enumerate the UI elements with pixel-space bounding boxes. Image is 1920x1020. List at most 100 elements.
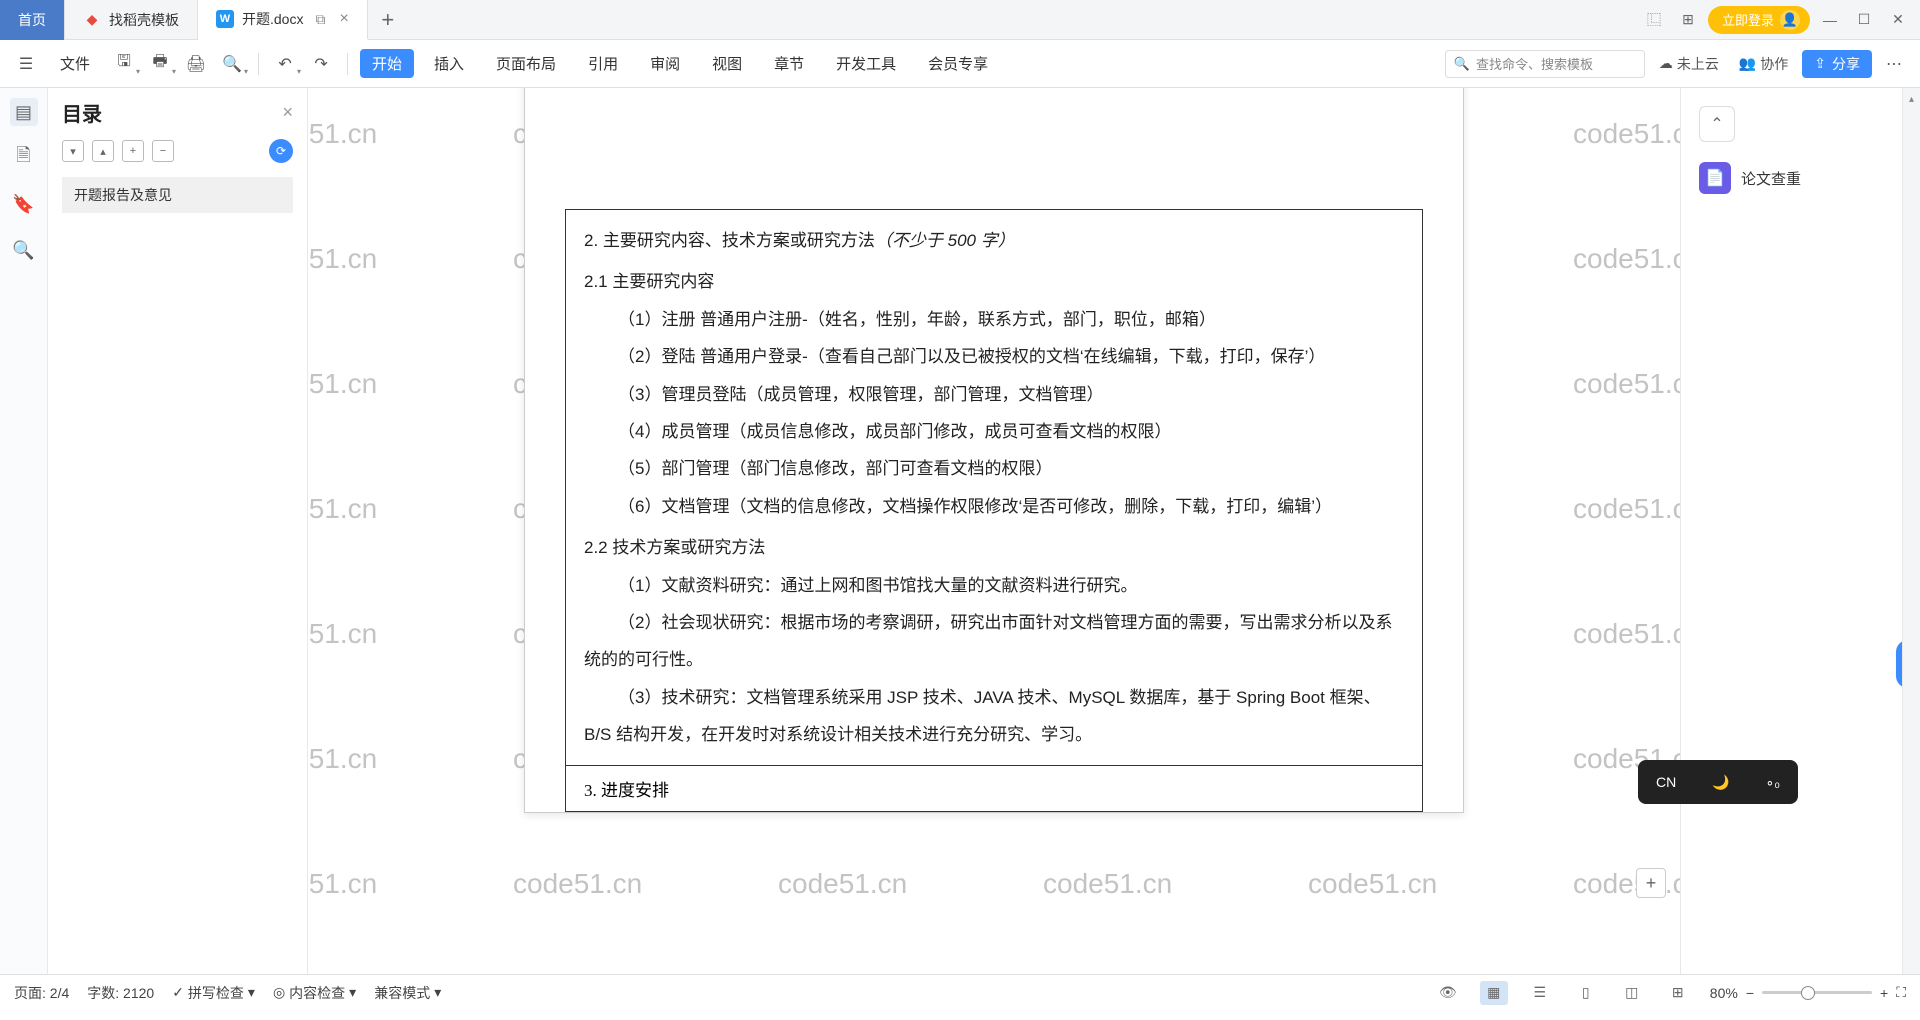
add-icon[interactable]: +	[122, 140, 144, 162]
page-icon[interactable]: 🗎	[10, 144, 38, 172]
status-bar: 页面: 2/4 字数: 2120 ✓拼写检查▾ ◎内容检查▾ 兼容模式▾ 👁 ▦…	[0, 974, 1920, 1010]
grid-view-icon[interactable]: ⊞	[1664, 981, 1692, 1005]
layout-icon[interactable]: ⿺	[1640, 6, 1668, 34]
tab-member[interactable]: 会员专享	[916, 49, 1000, 78]
check-icon: 📄	[1699, 162, 1731, 194]
expand-icon[interactable]: ▴	[92, 140, 114, 162]
collab-button[interactable]: 👥协作	[1733, 54, 1794, 74]
tab-label: 开题.docx	[242, 9, 303, 29]
doc-section-3: 3. 进度安排	[565, 766, 1423, 812]
cloud-status[interactable]: ☁未上云	[1653, 54, 1725, 74]
tab-chapter[interactable]: 章节	[762, 49, 816, 78]
tab-insert[interactable]: 插入	[422, 49, 476, 78]
list-item: （1）文献资料研究：通过上网和图书馆找大量的文献资料进行研究。	[584, 567, 1404, 604]
spell-check[interactable]: ✓拼写检查▾	[172, 983, 255, 1003]
popout-icon[interactable]: ⧉	[315, 11, 325, 28]
subsection: 2.2 技术方案或研究方法	[584, 529, 1404, 566]
collab-icon: 👥	[1739, 55, 1756, 72]
page-indicator[interactable]: 页面: 2/4	[14, 983, 69, 1003]
zoom-out-icon[interactable]: −	[1746, 985, 1754, 1001]
moon-icon: 🌙	[1712, 774, 1729, 791]
sidebar-header: 目录 ×	[62, 98, 293, 127]
vertical-toolbar: ▤ 🗎 🔖 🔍	[0, 88, 48, 974]
web-view-icon[interactable]: ▯	[1572, 981, 1600, 1005]
bookmark-icon[interactable]: 🔖	[10, 190, 38, 218]
preview-icon[interactable]: 🔍	[218, 50, 246, 78]
zoom-value[interactable]: 80%	[1710, 985, 1738, 1001]
minimize-icon[interactable]: —	[1816, 6, 1844, 34]
file-menu[interactable]: 文件	[48, 49, 102, 78]
new-tab-button[interactable]: +	[368, 0, 408, 40]
tab-start[interactable]: 开始	[360, 49, 414, 78]
list-item: （2）社会现状研究：根据市场的考察调研，研究出市面针对文档管理方面的需要，写出需…	[584, 604, 1404, 679]
zoom-slider[interactable]	[1762, 991, 1872, 994]
add-page-button[interactable]: +	[1636, 868, 1666, 898]
chevron-down-icon: ▾	[349, 984, 356, 1001]
content-label: 内容检查	[289, 983, 345, 1003]
save-icon[interactable]: 🖫	[110, 50, 138, 78]
collapse-icon[interactable]: ▾	[62, 140, 84, 162]
word-count[interactable]: 字数: 2120	[87, 983, 154, 1003]
right-panel: ⌃ 📄 论文查重	[1680, 88, 1920, 974]
ime-indicator[interactable]: CN🌙∘₀	[1638, 760, 1798, 804]
tab-review[interactable]: 审阅	[638, 49, 692, 78]
ime-lang: CN	[1656, 774, 1676, 790]
remove-icon[interactable]: −	[152, 140, 174, 162]
list-item: （5）部门管理（部门信息修改，部门可查看文档的权限）	[584, 450, 1404, 487]
tab-bar: 首页 ◆找稻壳模板 W开题.docx⧉× + ⿺ ⊞ 立即登录👤 — ☐ ✕	[0, 0, 1920, 40]
tab-home[interactable]: 首页	[0, 0, 65, 40]
check-label: 论文查重	[1741, 168, 1801, 189]
tab-layout[interactable]: 页面布局	[484, 49, 568, 78]
redo-icon[interactable]: ↷	[307, 50, 335, 78]
search-placeholder: 查找命令、搜索模板	[1476, 54, 1593, 73]
close-icon[interactable]: ×	[339, 10, 348, 28]
print-direct-icon[interactable]: 🖨	[182, 50, 210, 78]
sidebar-title: 目录	[62, 98, 102, 127]
search-input[interactable]: 🔍 查找命令、搜索模板	[1445, 50, 1645, 78]
sync-icon[interactable]: ⟳	[269, 139, 293, 163]
tab-templates[interactable]: ◆找稻壳模板	[65, 0, 198, 40]
tab-view[interactable]: 视图	[700, 49, 754, 78]
print-icon[interactable]: 🖶	[146, 50, 174, 78]
page-view-icon[interactable]: ▦	[1480, 981, 1508, 1005]
sidebar-close-icon[interactable]: ×	[282, 102, 293, 123]
collapse-panel-icon[interactable]: ⌃	[1699, 106, 1735, 142]
apps-icon[interactable]: ⊞	[1674, 6, 1702, 34]
split-view-icon[interactable]: ◫	[1618, 981, 1646, 1005]
content-icon: ◎	[273, 984, 285, 1001]
tab-reference[interactable]: 引用	[576, 49, 630, 78]
tab-developer[interactable]: 开发工具	[824, 49, 908, 78]
plagiarism-check[interactable]: 📄 论文查重	[1681, 154, 1920, 202]
cloud-icon: ☁	[1659, 55, 1673, 72]
search-panel-icon[interactable]: 🔍	[10, 236, 38, 264]
document-canvas[interactable]: document.write(Array.from({length:7},(_,…	[308, 88, 1680, 974]
close-window-icon[interactable]: ✕	[1884, 6, 1912, 34]
tab-document[interactable]: W开题.docx⧉×	[198, 0, 368, 40]
toc-item[interactable]: 开题报告及意见	[62, 177, 293, 213]
login-button[interactable]: 立即登录👤	[1708, 6, 1810, 34]
content-check[interactable]: ◎内容检查▾	[273, 983, 356, 1003]
compat-mode[interactable]: 兼容模式▾	[374, 983, 441, 1003]
zoom-control: 80% − + ⛶	[1710, 984, 1906, 1001]
more-icon[interactable]: ⋯	[1880, 50, 1908, 78]
section-heading: 2. 主要研究内容、技术方案或研究方法	[584, 231, 875, 250]
undo-icon[interactable]: ↶	[271, 50, 299, 78]
list-item: （1）注册 普通用户注册-（姓名，性别，年龄，联系方式，部门，职位，邮箱）	[584, 301, 1404, 338]
ribbon: ☰ 文件 🖫 🖶 🖨 🔍 ↶ ↷ 开始 插入 页面布局 引用 审阅 视图 章节 …	[0, 40, 1920, 88]
document-page: 2. 主要研究内容、技术方案或研究方法（不少于 500 字） 2.1 主要研究内…	[524, 88, 1464, 813]
spell-label: 拼写检查	[188, 983, 244, 1003]
sidebar-tools: ▾ ▴ + − ⟳	[62, 139, 293, 163]
share-button[interactable]: ⇪分享	[1802, 50, 1872, 78]
menu-icon[interactable]: ☰	[12, 50, 40, 78]
maximize-icon[interactable]: ☐	[1850, 6, 1878, 34]
collab-label: 协作	[1760, 54, 1788, 74]
list-item: （6）文档管理（文档的信息修改，文档操作权限修改‘是否可修改，删除，下载，打印，…	[584, 488, 1404, 525]
outline-icon[interactable]: ▤	[10, 98, 38, 126]
chevron-down-icon: ▾	[248, 984, 255, 1001]
outline-view-icon[interactable]: ☰	[1526, 981, 1554, 1005]
share-label: 分享	[1832, 54, 1860, 74]
zoom-in-icon[interactable]: +	[1880, 985, 1888, 1001]
reading-mode-icon[interactable]: 👁	[1434, 981, 1462, 1005]
fit-icon[interactable]: ⛶	[1896, 984, 1906, 1001]
search-icon: 🔍	[1454, 56, 1470, 72]
